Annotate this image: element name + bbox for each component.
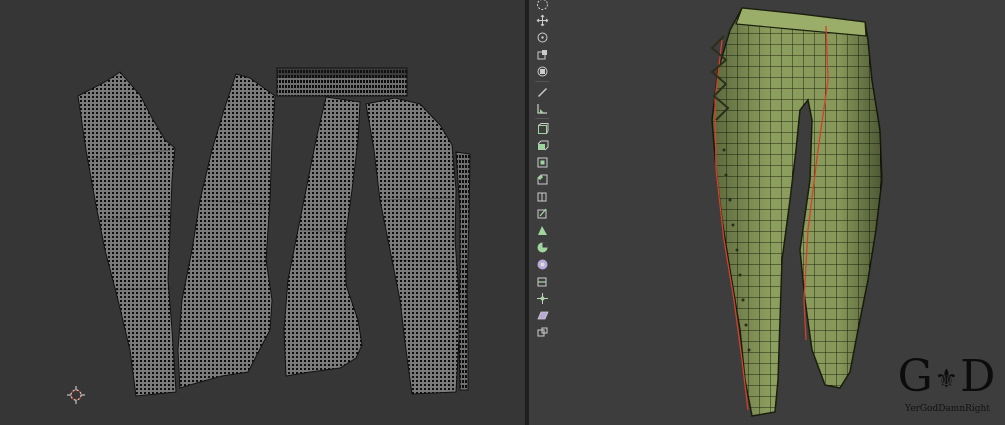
loop-cut-tool-icon[interactable] [531,189,553,204]
extrude-tool-icon[interactable] [531,138,553,153]
uv-island[interactable] [177,73,276,389]
tool-shelf[interactable] [531,0,553,340]
select-tool-icon[interactable] [531,0,553,12]
uv-cursor-icon[interactable] [67,386,85,404]
toolbar-separator [535,118,549,119]
watermark-logo: G⚜D [897,351,998,402]
poly-build-tool-icon[interactable] [531,223,553,238]
uv-island[interactable] [77,71,177,397]
pants-mesh[interactable] [710,7,883,417]
uv-island[interactable] [365,97,461,395]
watermark: G⚜D YerGodDamnRight [895,352,1000,422]
uv-editor-panel[interactable] [0,0,525,425]
rotate-tool-icon[interactable] [531,30,553,45]
knife-tool-icon[interactable] [531,206,553,221]
inset-tool-icon[interactable] [531,155,553,170]
spin-tool-icon[interactable] [531,240,553,255]
edge-slide-tool-icon[interactable] [531,274,553,289]
smooth-tool-icon[interactable] [531,257,553,272]
measure-tool-icon[interactable] [531,101,553,116]
uv-islands-canvas[interactable] [0,0,525,425]
scale-tool-icon[interactable] [531,47,553,62]
uv-island[interactable] [283,96,363,377]
shear-tool-icon[interactable] [531,308,553,323]
bevel-tool-icon[interactable] [531,172,553,187]
rip-region-tool-icon[interactable] [531,325,553,340]
watermark-text: YerGodDamnRight [905,404,990,414]
toolbar-separator [535,81,549,82]
annotate-tool-icon[interactable] [531,84,553,99]
move-tool-icon[interactable] [531,13,553,28]
transform-tool-icon[interactable] [531,64,553,79]
shrink-fatten-tool-icon[interactable] [531,291,553,306]
add-cube-tool-icon[interactable] [531,121,553,136]
